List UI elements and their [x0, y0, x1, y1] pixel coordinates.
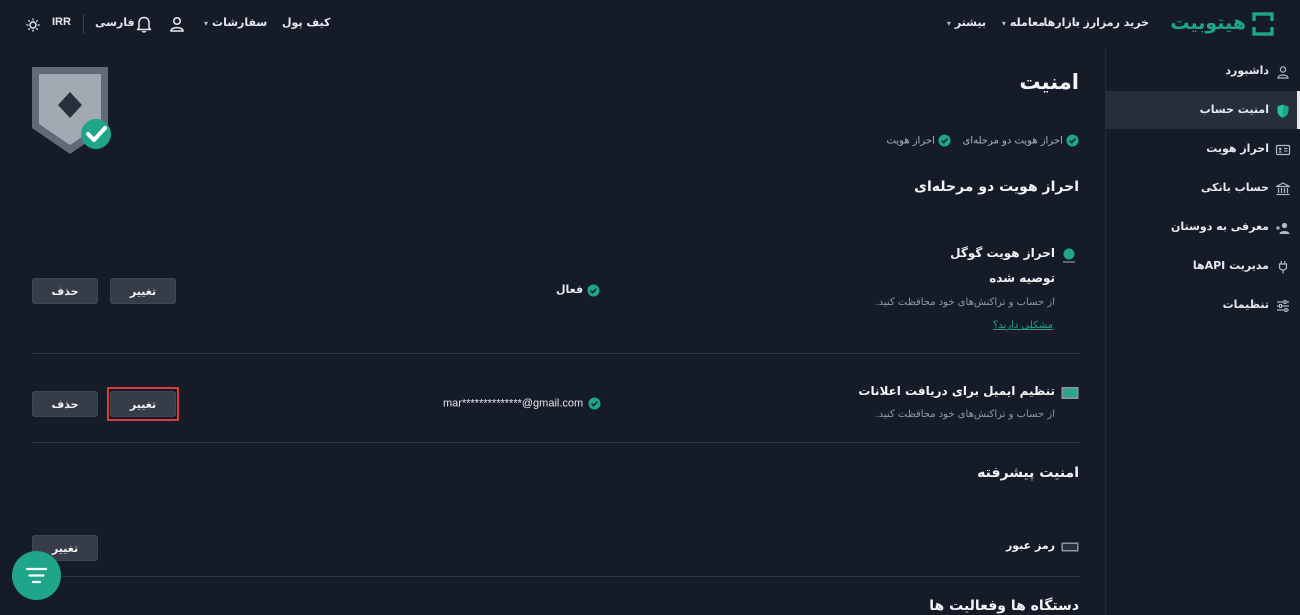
divider	[32, 576, 1080, 577]
nav-buy-crypto-label: خرید رمزارز	[1083, 16, 1149, 29]
sidebar-item-label: امنیت حساب	[1199, 103, 1269, 116]
check-circle-icon	[1066, 134, 1079, 147]
nav-buy-crypto[interactable]: خرید رمزارز▾	[1075, 16, 1149, 29]
google-auth-description: از حساب و تراکنش‌های خود محافظت کنید.	[875, 297, 1055, 308]
sidebar-item-label: تنظیمات	[1222, 298, 1269, 311]
brand-mark-icon	[1252, 12, 1274, 36]
floating-menu-button[interactable]	[12, 551, 61, 600]
sidebar-item-referral[interactable]: معرفی به دوستان	[1105, 208, 1300, 246]
page-title: امنیت	[1019, 70, 1079, 94]
shield-icon	[1277, 104, 1289, 118]
sidebar-item-label: معرفی به دوستان	[1171, 220, 1269, 233]
status-badge-kyc: احراز هویت	[887, 134, 952, 147]
chevron-down-icon: ▾	[1001, 19, 1006, 28]
divider	[32, 353, 1080, 354]
password-icon	[1061, 542, 1079, 552]
sidebar-item-settings[interactable]: تنظیمات	[1105, 286, 1300, 324]
sidebar-item-dashboard[interactable]: داشبورد	[1105, 52, 1300, 90]
button-label: تغییر	[129, 284, 157, 298]
sidebar-item-label: مدیریت APIها	[1192, 259, 1269, 272]
sidebar-item-bank-account[interactable]: حساب بانکی	[1105, 169, 1300, 207]
button-label: تغییر	[51, 541, 79, 555]
id-card-icon	[1275, 144, 1291, 156]
sidebar-item-account-security[interactable]: امنیت حساب	[1105, 91, 1300, 129]
sidebar: داشبورد امنیت حساب احراز هویت حساب بانکی	[1105, 48, 1300, 615]
user-icon[interactable]	[169, 16, 185, 32]
google-auth-delete-button[interactable]: حذف	[32, 278, 98, 304]
nav-markets-label: بازارها	[1043, 16, 1080, 29]
sidebar-item-label: داشبورد	[1225, 64, 1269, 77]
check-circle-icon	[587, 284, 600, 296]
google-auth-change-button[interactable]: تغییر	[110, 278, 176, 304]
email-setting-description: از حساب و تراکنش‌های خود محافظت کنید.	[875, 409, 1055, 420]
sliders-icon	[1277, 300, 1289, 312]
wallet-menu[interactable]: کیف پول	[282, 16, 330, 29]
orders-menu[interactable]: سفارشات▾	[204, 16, 267, 29]
status-badge-label: احراز هویت	[886, 135, 935, 147]
section-title-two-factor: احراز هویت دو مرحله‌ای	[914, 179, 1079, 195]
plug-icon	[1278, 261, 1288, 274]
sidebar-item-kyc[interactable]: احراز هویت	[1105, 130, 1300, 168]
status-badge-2fa: احراز هویت دو مرحله‌ای	[963, 134, 1079, 147]
wallet-label: کیف پول	[282, 16, 331, 29]
email-setting-title: تنظیم ایمیل برای دریافت اعلانات	[858, 384, 1055, 398]
email-icon	[1061, 387, 1079, 399]
password-label: رمز عبور	[1005, 539, 1055, 552]
orders-label: سفارشات	[212, 16, 268, 29]
sidebar-item-api-management[interactable]: مدیریت APIها	[1105, 247, 1300, 285]
google-authenticator-icon	[1063, 248, 1075, 263]
nav-markets[interactable]: بازارها	[1044, 16, 1080, 29]
bank-icon	[1275, 182, 1291, 196]
user-outline-icon	[1277, 66, 1289, 79]
divider	[32, 442, 1080, 443]
chevron-down-icon: ▾	[204, 19, 209, 28]
sidebar-item-label: احراز هویت	[1206, 142, 1269, 155]
email-address: mar**************@gmail.com	[443, 397, 584, 410]
recommended-label: توصیه شده	[989, 271, 1055, 285]
section-title-advanced-security: امنیت پیشرفته	[977, 465, 1079, 481]
nav-more[interactable]: بیشتر▾	[947, 16, 986, 29]
filter-lines-icon	[25, 567, 48, 584]
button-label: حذف	[51, 397, 79, 411]
currency-label: IRR	[52, 16, 71, 28]
status-label: فعال	[556, 283, 584, 296]
currency-selector[interactable]: IRR	[52, 16, 71, 28]
help-link[interactable]: مشکلی دارید؟	[993, 320, 1053, 331]
language-label: فارسی	[95, 16, 135, 29]
button-label: حذف	[51, 284, 79, 298]
nav-trade[interactable]: معامله▾	[1002, 16, 1045, 29]
status-badge-label: احراز هویت دو مرحله‌ای	[962, 135, 1063, 147]
language-selector[interactable]: فارسی	[95, 16, 135, 29]
button-label: تغییر	[129, 397, 157, 411]
email-delete-button[interactable]: حذف	[32, 391, 98, 417]
email-value: mar**************@gmail.com	[443, 397, 601, 410]
brand-logo[interactable]: هیتوبیت	[1166, 12, 1274, 38]
top-navigation-bar: هیتوبیت خرید رمزارز▾ بازارها معامله▾ بیش…	[0, 0, 1300, 48]
security-shield-illustration	[32, 67, 111, 154]
chevron-down-icon: ▾	[946, 19, 951, 28]
header-divider	[83, 14, 84, 34]
google-auth-status: فعال	[556, 283, 600, 297]
nav-trade-label: معامله	[1009, 16, 1045, 29]
email-change-button[interactable]: تغییر	[110, 391, 176, 417]
check-circle-icon	[938, 134, 951, 147]
section-title-devices: دستگاه ها وفعالیت ها	[929, 598, 1079, 614]
check-circle-icon	[588, 397, 601, 410]
brand-name: هیتوبیت	[1170, 12, 1246, 34]
nav-more-label: بیشتر	[954, 16, 986, 29]
sidebar-item-label: حساب بانکی	[1200, 181, 1269, 194]
user-plus-icon	[1276, 222, 1290, 234]
google-auth-title: احراز هویت گوگل	[950, 246, 1055, 260]
sun-icon[interactable]	[26, 18, 40, 32]
bell-icon[interactable]	[136, 15, 152, 33]
